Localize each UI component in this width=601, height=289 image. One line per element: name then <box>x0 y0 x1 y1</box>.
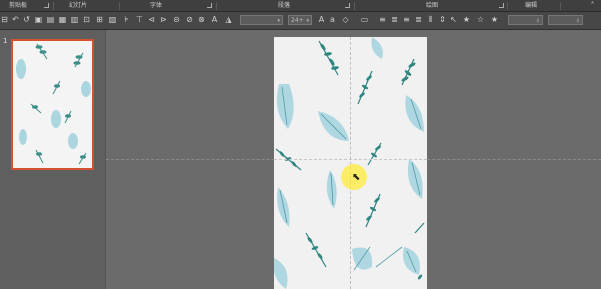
align-icon[interactable]: ⊧ <box>122 15 131 25</box>
decrease-font-icon[interactable]: a <box>328 15 337 25</box>
shape-fill-icon[interactable]: ◮ <box>224 15 233 25</box>
font-size-select[interactable]: 24+ ▾ <box>288 15 312 25</box>
group-separator <box>560 2 561 10</box>
ribbon-toolbar: ⊟ ↶ ↺ ▣ ▤ ▦ ▥ ⊡ ⊞ ▧ ⊧ ⊤ ⊲ ⊳ ⊝ ⊘ ⊗ A ◮ ▾ … <box>0 12 601 30</box>
clipboard-launcher-icon[interactable] <box>44 3 49 8</box>
align-center-icon[interactable]: ≣ <box>390 15 399 25</box>
crop-icon[interactable]: ⊡ <box>82 15 91 25</box>
ribbon-group-bar: 剪贴板 幻灯片 字体 段落 绘图 编辑 ˄ <box>0 0 601 12</box>
shape-width-spinner[interactable]: ⇳ <box>508 15 543 25</box>
select-pointer-icon[interactable]: ↖ <box>449 15 458 25</box>
group-label-slides: 幻灯片 <box>69 2 88 9</box>
chevron-down-icon: ▾ <box>277 18 280 24</box>
selection-pane-icon[interactable]: ⊗ <box>197 15 206 25</box>
group-label-editing: 编辑 <box>525 2 538 9</box>
columns-icon[interactable]: ⫴ <box>426 15 435 25</box>
star-shape-icon[interactable]: ★ <box>462 15 471 25</box>
collapse-ribbon-icon[interactable]: ˄ <box>588 1 597 11</box>
paragraph-launcher-icon[interactable] <box>345 3 350 8</box>
thumbnail-leaf-pattern <box>16 43 91 165</box>
table-icon[interactable]: ⊞ <box>95 15 104 25</box>
slide-center-guide <box>274 159 427 160</box>
slide-thumbnail[interactable] <box>11 39 94 170</box>
arrange-icon[interactable]: ▧ <box>108 15 117 25</box>
text-effects-icon[interactable]: A <box>210 15 219 25</box>
align-left-icon[interactable]: ≡ <box>378 15 387 25</box>
group-label-paragraph: 段落 <box>278 2 291 9</box>
group-label-drawing: 绘图 <box>426 2 439 9</box>
group-icon[interactable]: ⊤ <box>135 15 144 25</box>
redo-icon[interactable]: ↺ <box>22 15 31 25</box>
group-separator <box>354 2 355 10</box>
group-separator <box>216 2 217 10</box>
font-size-value: 24+ <box>291 17 304 24</box>
shapes-icon[interactable]: ◇ <box>341 15 350 25</box>
slide-number: 1 <box>3 37 8 45</box>
undo-icon[interactable]: ↶ <box>11 15 20 25</box>
mouse-pointer-icon: ⬉ <box>352 172 361 183</box>
star-outline-icon[interactable]: ☆ <box>476 15 485 25</box>
star-effect-icon[interactable]: ★ <box>490 15 499 25</box>
font-launcher-icon[interactable] <box>207 3 212 8</box>
increase-font-icon[interactable]: A <box>317 15 326 25</box>
section-icon[interactable]: ▥ <box>70 15 79 25</box>
bring-forward-icon[interactable]: ⊲ <box>147 15 156 25</box>
group-separator <box>119 2 120 10</box>
flip-icon[interactable]: ⊝ <box>172 15 181 25</box>
line-spacing-icon[interactable]: ⇕ <box>438 15 447 25</box>
slide-canvas[interactable] <box>274 37 427 289</box>
spinner-arrows-icon: ⇳ <box>535 18 540 24</box>
chevron-down-icon: ▾ <box>306 18 309 24</box>
rotate-icon[interactable]: ⊘ <box>185 15 194 25</box>
format-painter-icon[interactable]: ⊟ <box>0 15 9 25</box>
group-label-clipboard: 剪贴板 <box>9 2 28 9</box>
spinner-arrows-icon: ⇳ <box>575 18 580 24</box>
send-backward-icon[interactable]: ⊳ <box>159 15 168 25</box>
group-label-font: 字体 <box>150 2 163 9</box>
align-right-icon[interactable]: ≡ <box>402 15 411 25</box>
new-slide-icon[interactable]: ▣ <box>34 15 43 25</box>
font-family-select[interactable]: ▾ <box>240 15 283 25</box>
shape-height-spinner[interactable]: ⇳ <box>548 15 583 25</box>
justify-icon[interactable]: ≣ <box>414 15 423 25</box>
group-separator <box>507 2 508 10</box>
drawing-launcher-icon[interactable] <box>499 3 504 8</box>
vertical-guide-line[interactable] <box>350 37 351 289</box>
text-box-icon[interactable]: ▭ <box>360 15 369 25</box>
reset-icon[interactable]: ▦ <box>58 15 67 25</box>
group-separator <box>53 2 54 10</box>
layout-icon[interactable]: ▤ <box>46 15 55 25</box>
